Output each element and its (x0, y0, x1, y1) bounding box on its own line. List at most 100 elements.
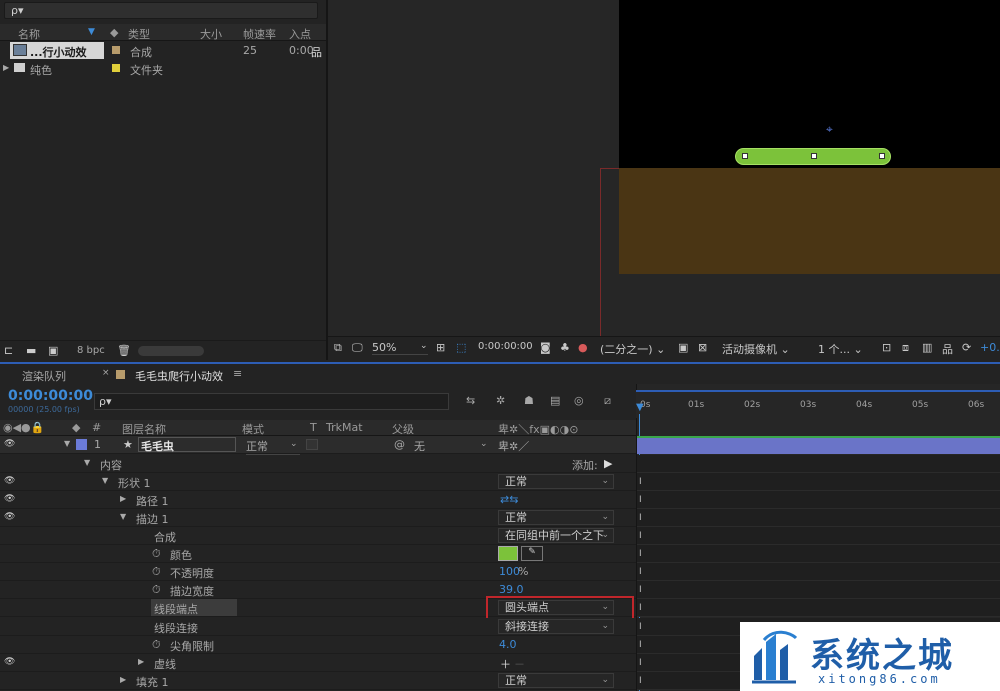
grid-icon[interactable]: ⊞ (436, 341, 445, 354)
composite-row[interactable]: 合成 在同组中前一个之下 ⌄ (0, 527, 636, 545)
keyframe-marker[interactable]: I (639, 585, 642, 595)
shape-blend-dropdown[interactable]: 正常 ⌄ (498, 474, 614, 489)
fill-row[interactable]: ▶ 填充 1 正常 ⌄ (0, 672, 636, 690)
panel-menu-icon[interactable]: ≡ (233, 367, 242, 380)
views-dropdown[interactable]: 1 个... ⌄ (818, 341, 863, 357)
layer-name[interactable]: 毛毛虫 (138, 437, 236, 453)
path-direction-icon[interactable]: ⇄⇆ (500, 493, 518, 506)
label-tag-icon[interactable]: ◆ (110, 26, 118, 39)
expand-arrow-icon[interactable]: ▶ (120, 675, 126, 684)
layer-label-color[interactable] (76, 439, 87, 450)
transparency-grid-icon[interactable]: ⊠ (698, 341, 707, 354)
eye-icon[interactable]: 👁 (4, 476, 16, 486)
project-item-comp[interactable]: ...行小动效 合成 25 0:00 品 (0, 42, 326, 59)
comp-flowchart-icon[interactable]: ⇆ (466, 394, 475, 407)
line-join-dropdown[interactable]: 斜接连接 ⌄ (498, 619, 614, 634)
opacity-value[interactable]: 100 (499, 565, 520, 578)
col-layer-name[interactable]: 图层名称 (122, 421, 166, 437)
shy-icon[interactable]: ☗ (524, 394, 534, 407)
show-snapshot-icon[interactable]: ♣ (560, 341, 570, 354)
eye-icon[interactable]: 👁 (4, 512, 16, 522)
keyframe-marker[interactable]: I (639, 567, 642, 577)
delete-icon[interactable]: 🗑 (117, 344, 131, 357)
keyframe-marker[interactable]: I (639, 676, 642, 686)
parent-pickwhip-icon[interactable]: @ (394, 438, 405, 451)
label-icon[interactable]: ◆ (72, 421, 80, 434)
path-vertex[interactable] (879, 153, 885, 159)
sort-chevron-icon[interactable]: ▼ (88, 27, 95, 37)
camera-dropdown[interactable]: 活动摄像机 ⌄ (722, 341, 790, 357)
monitor-icon[interactable]: 🖵 (352, 341, 363, 355)
add-dash-icon[interactable]: ＋ (500, 656, 511, 672)
col-parent[interactable]: 父级 (392, 421, 414, 437)
col-type[interactable]: 类型 (128, 26, 150, 42)
col-name[interactable]: 名称 (18, 26, 40, 42)
expand-arrow-icon[interactable]: ▼ (64, 439, 70, 448)
flowchart-icon[interactable]: 品 (942, 341, 953, 357)
layer-switches[interactable]: 卑✲／ (498, 438, 529, 454)
switches-icon[interactable]: 卑✲＼fx▣◐◑⊙ (498, 421, 578, 437)
expand-arrow-icon[interactable]: ▼ (102, 476, 108, 485)
expand-arrow-icon[interactable]: ▶ (138, 657, 144, 666)
project-search-input[interactable]: ρ▾ (4, 2, 318, 19)
col-in[interactable]: 入点 (289, 26, 311, 42)
flowchart-icon[interactable]: 品 (311, 44, 322, 60)
expand-arrow-icon[interactable]: ▼ (84, 458, 90, 467)
keyframe-marker[interactable]: I (639, 622, 642, 632)
tab-render-queue[interactable]: 渲染队列 (22, 368, 66, 384)
stopwatch-icon[interactable]: ⏱ (152, 565, 161, 579)
add-button[interactable]: 添加: (572, 457, 598, 473)
keyframe-marker[interactable]: I (639, 658, 642, 668)
bit-depth-button[interactable]: 8 bpc (77, 345, 105, 356)
contents-row[interactable]: ▼ 内容 添加: ▶ (0, 455, 636, 473)
keyframe-marker[interactable]: I (639, 513, 642, 523)
graph-editor-icon[interactable]: ⧄ (604, 394, 611, 408)
remove-dash-icon[interactable]: － (514, 656, 525, 672)
new-folder-icon[interactable]: ▬ (26, 344, 36, 357)
thumbnail-slider[interactable] (138, 346, 204, 356)
keyframe-marker[interactable]: I (639, 477, 642, 487)
keyframe-marker[interactable]: I (639, 531, 642, 541)
resolution-dropdown[interactable]: (二分之一) ⌄ (600, 341, 665, 357)
worm-shape[interactable] (735, 148, 891, 165)
frame-blending-icon[interactable]: ▤ (550, 394, 560, 407)
eye-icon[interactable]: 👁 (4, 657, 16, 667)
expand-arrow-icon[interactable]: ▶ (120, 494, 126, 503)
stroke-width-value[interactable]: 39.0 (499, 583, 524, 596)
project-item-folder[interactable]: ▶ 纯色 文件夹 (0, 60, 326, 77)
keyframe-marker[interactable]: I (639, 549, 642, 559)
path-vertex[interactable] (742, 153, 748, 159)
expand-arrow-icon[interactable]: ▶ (3, 63, 9, 72)
mask-visibility-icon[interactable]: ⬚ (456, 341, 466, 354)
col-size[interactable]: 大小 (200, 26, 222, 42)
eye-icon[interactable]: 👁 (4, 494, 16, 504)
stroke-blend-dropdown[interactable]: 正常 ⌄ (498, 510, 614, 525)
exposure-value[interactable]: +0.0 (980, 341, 1000, 354)
eyedropper-icon[interactable]: ✎ (521, 546, 543, 561)
stopwatch-icon[interactable]: ⏱ (152, 638, 161, 652)
add-arrow-icon[interactable]: ▶ (604, 457, 612, 470)
miter-value[interactable]: 4.0 (499, 638, 517, 651)
fast-preview-icon[interactable]: ⧈ (902, 341, 909, 355)
draft-3d-icon[interactable]: ✲ (496, 394, 505, 407)
parent-dropdown[interactable]: 无 (414, 438, 425, 454)
always-preview-icon[interactable]: ⧉ (334, 341, 342, 355)
col-fps[interactable]: 帧速率 (243, 26, 276, 42)
layer-row[interactable]: 👁 ▼ 1 ★ 毛毛虫 正常 ⌄ @ 无 ⌄ 卑✲／ (0, 436, 636, 455)
new-composition-icon[interactable]: ▣ (48, 344, 58, 357)
motion-blur-icon[interactable]: ◎ (574, 394, 584, 407)
anchor-point-icon[interactable]: ⌖ (826, 122, 833, 137)
av-switches-icon[interactable]: ◉◀●🔒 (3, 421, 44, 434)
layer-search-input[interactable]: ρ▾ (94, 393, 449, 410)
timeline-icon[interactable]: ▥ (922, 341, 932, 354)
col-mode[interactable]: 模式 (242, 421, 264, 437)
keyframe-marker[interactable]: I (639, 603, 642, 613)
col-trkmat[interactable]: TrkMat (326, 421, 363, 434)
expand-arrow-icon[interactable]: ▼ (120, 512, 126, 521)
shape-group-row[interactable]: 👁 ▼ 形状 1 正常 ⌄ (0, 473, 636, 491)
stroke-color-swatch[interactable] (498, 546, 518, 561)
composite-dropdown[interactable]: 在同组中前一个之下 ⌄ (498, 528, 614, 543)
channel-icon[interactable]: ● (578, 341, 588, 354)
color-row[interactable]: ⏱ 颜色 ✎ (0, 545, 636, 563)
current-time[interactable]: 0:00:00:00 (8, 388, 93, 404)
